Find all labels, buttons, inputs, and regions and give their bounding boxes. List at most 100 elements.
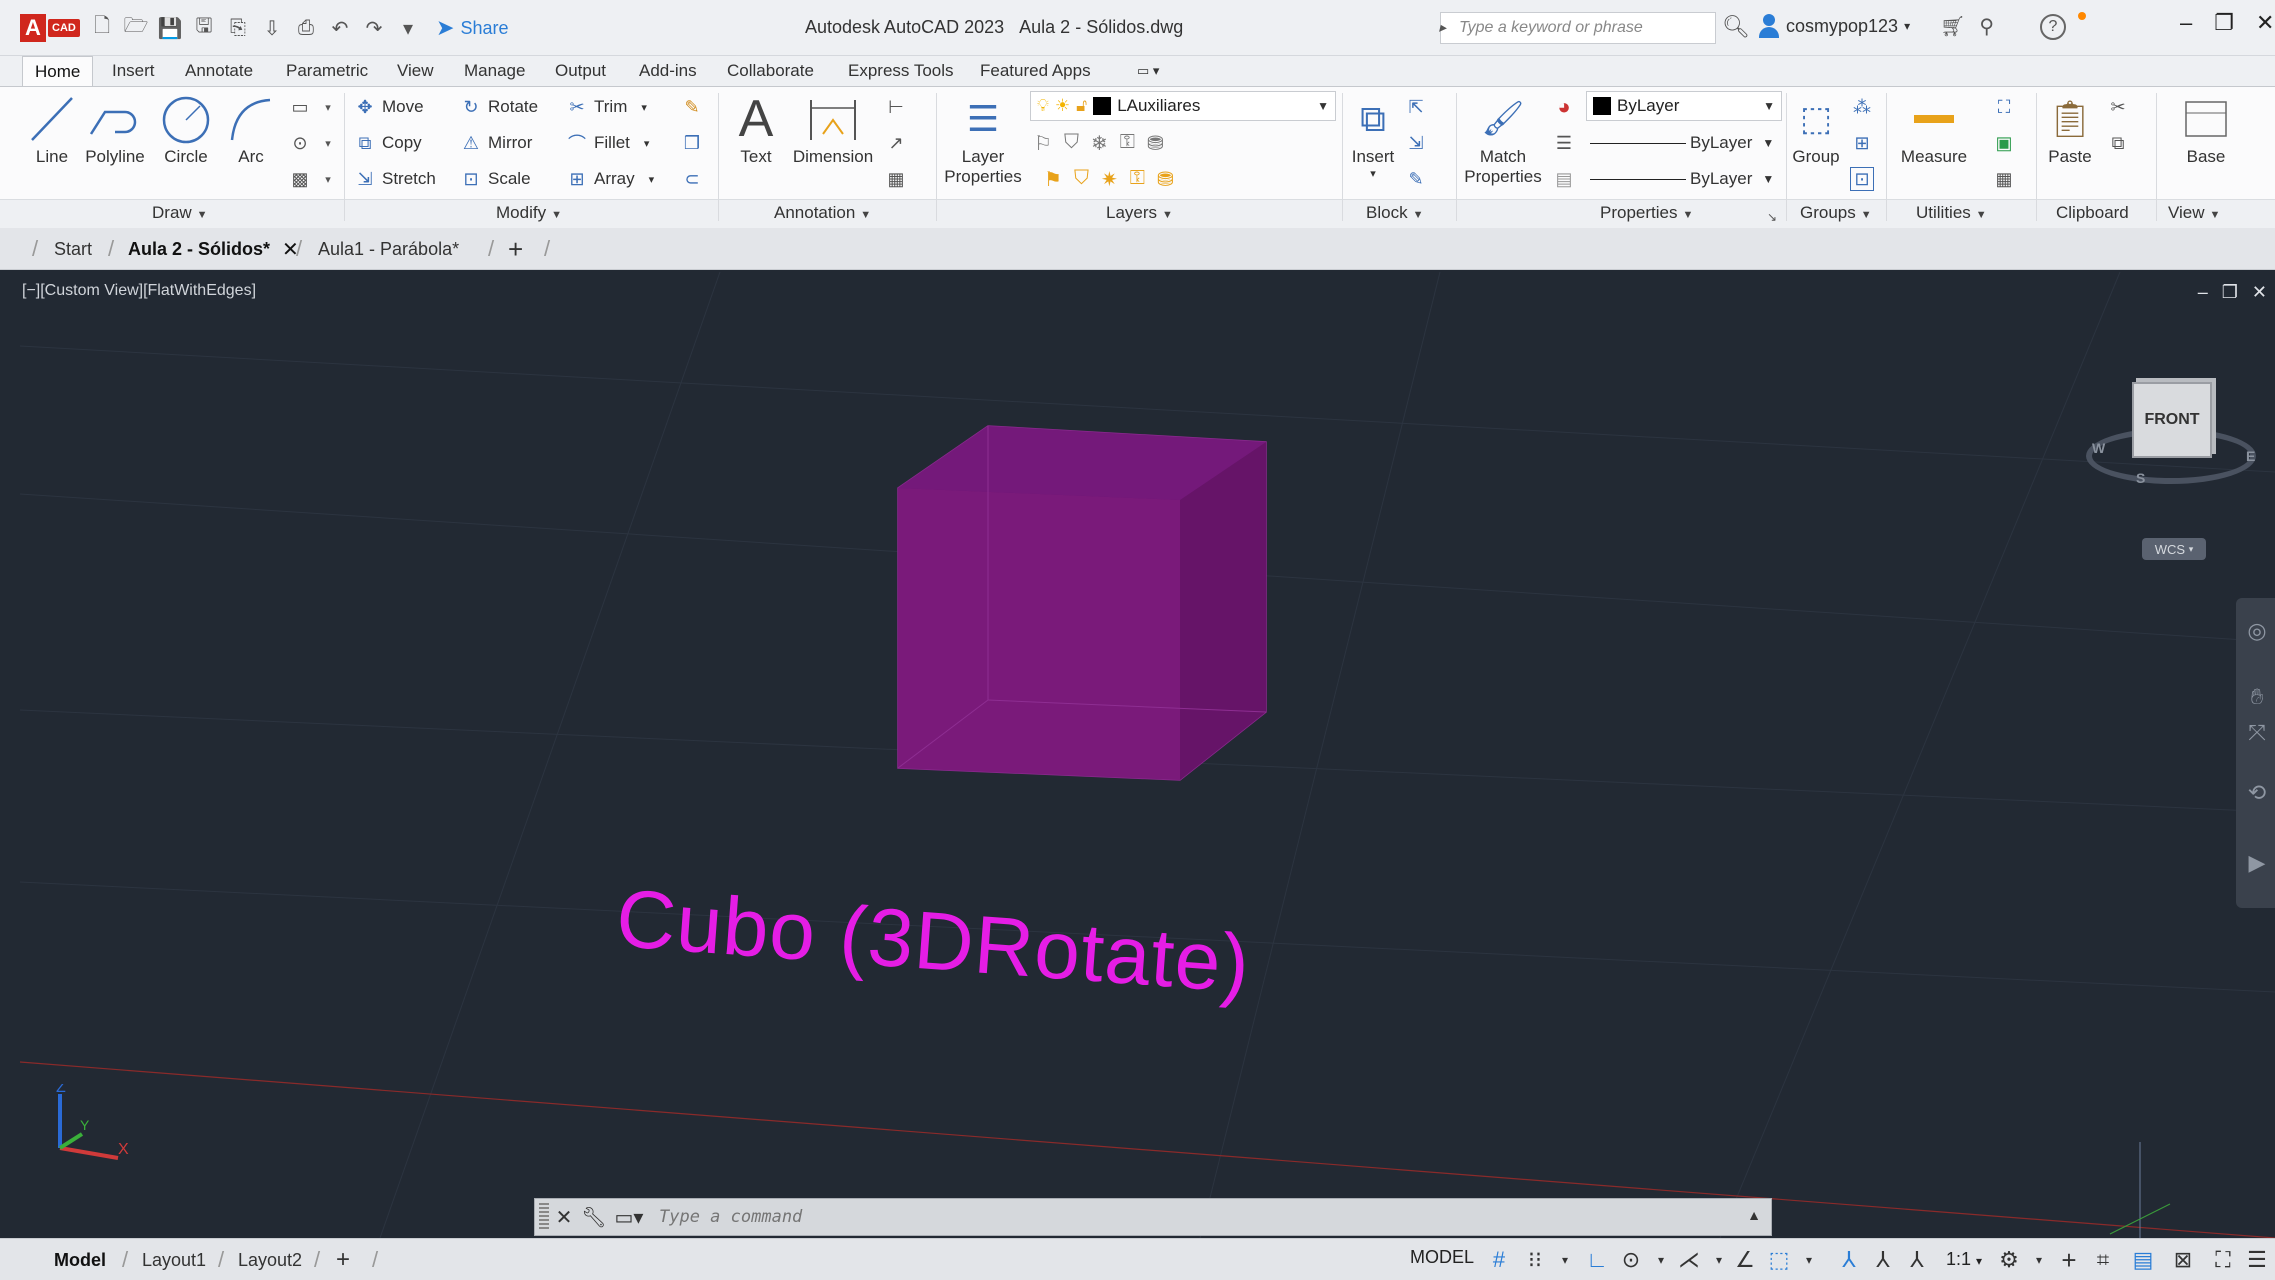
viewport-close-icon[interactable]: ✕ [2252,282,2267,303]
fillet-button[interactable]: ⌒ Fillet ▾ [566,129,649,157]
ucs-icon[interactable]: Z Y X [48,1084,148,1164]
isolate-objects-icon[interactable]: ⊠ [2170,1247,2196,1273]
recent-commands-icon[interactable]: ▭▾ [609,1205,649,1230]
viewport-minimize-icon[interactable]: – [2198,282,2208,303]
cut-icon[interactable]: ✂ [2106,95,2130,119]
lineweight-icon[interactable]: ☰ [1552,131,1576,155]
polar-dropdown-icon[interactable]: ▾ [1648,1247,1674,1273]
clipboard-panel-title[interactable]: Clipboard [2056,203,2129,223]
erase-icon[interactable]: ✎ [680,95,704,119]
annotation-monitor-plus-icon[interactable]: + [2056,1245,2082,1275]
quick-select-icon[interactable]: ⛶ [1992,95,2016,119]
customize-menu-icon[interactable]: ☰ [2244,1247,2270,1273]
scale-button[interactable]: ⊡ Scale [460,165,530,193]
tab-home[interactable]: Home [22,56,94,86]
save-as-icon[interactable]: 🖫 [192,15,216,40]
save-icon[interactable]: 💾 [158,16,183,40]
steering-wheel-icon[interactable]: ◎ [2244,618,2270,644]
object-snap-dropdown-icon[interactable]: ▾ [1796,1247,1822,1273]
layer-change-icon[interactable]: ⚿ [1130,167,1145,192]
compass-east[interactable]: E [2246,448,2255,464]
lineweight-select[interactable]: ByLayer ▼ [1582,129,1774,157]
group-button[interactable]: ⬚ Group [1790,91,1842,167]
move-button[interactable]: ✥ Move [354,93,423,121]
linear-dim-icon[interactable]: ⊢ [884,95,908,119]
import-icon[interactable]: ⇩ [260,16,284,40]
annotation-visibility-icon[interactable]: ⅄ [1836,1247,1862,1273]
paste-button[interactable]: 📋︎ Paste [2042,91,2098,167]
tab-output[interactable]: Output [543,56,618,86]
annotation-scale-icon[interactable]: ⅄ [1904,1247,1930,1273]
compass-west[interactable]: W [2092,440,2105,456]
tab-aula1-parabola[interactable]: Aula1 - Parábola* [318,228,459,270]
modify-panel-title[interactable]: Modify ▼ [496,203,562,223]
layer-match-icon[interactable]: ⚑ [1044,167,1062,192]
layer-select[interactable]: 💡︎ ☀ 🔓︎ LAuxiliares ▼ [1030,91,1336,121]
polar-tracking-icon[interactable]: ⊙ [1618,1247,1644,1273]
create-block-icon[interactable]: ⇱ [1404,95,1428,119]
properties-panel-title[interactable]: Properties ▼ [1600,203,1693,223]
layer-isolate-icon[interactable]: ⛉ [1064,131,1079,156]
annotation-panel-title[interactable]: Annotation ▼ [774,203,871,223]
viewport-restore-icon[interactable]: ❐ [2222,282,2238,303]
layer-off-icon[interactable]: ⚐ [1034,131,1052,156]
object-snap-icon[interactable]: ⬚ [1766,1247,1792,1273]
layer-states-icon[interactable]: ⛃ [1147,131,1164,156]
viewport-controls-label[interactable]: [−][Custom View][FlatWithEdges] [22,282,256,300]
line-button[interactable]: Line [28,91,76,167]
search-icon[interactable]: 🔍︎ [1722,14,1750,40]
zoom-extents-icon[interactable]: ⤧ [2244,720,2270,746]
hatch-dropdown-icon[interactable]: ▾ [316,167,340,191]
viewcube-front-face[interactable]: FRONT [2132,382,2212,458]
command-line-grip[interactable] [539,1203,549,1231]
restore-icon[interactable]: ❐ [2214,10,2234,36]
hatch-icon[interactable]: ▩ [288,167,312,191]
select-all-icon[interactable]: ▣ [1992,131,2016,155]
new-tab-plus-icon[interactable]: + [508,228,523,270]
command-history-up-icon[interactable]: ▲ [1747,1207,1761,1223]
tab-add-ins[interactable]: Add-ins [627,56,709,86]
new-file-icon[interactable]: 🗋 [90,15,114,40]
tab-insert[interactable]: Insert [100,56,167,86]
color-wheel-icon[interactable]: ◕ [1552,94,1576,119]
cart-icon[interactable]: 🛒︎ [1940,14,1965,39]
ungroup-icon[interactable]: ⁂ [1850,95,1874,119]
tab-parametric[interactable]: Parametric [274,56,380,86]
insert-button[interactable]: ⧉ Insert ▾ [1348,91,1398,181]
calculator-icon[interactable]: ▦ [1992,167,2016,191]
units-icon[interactable]: ⌗ [2090,1247,2116,1273]
mirror-button[interactable]: ⚠ Mirror [460,129,532,157]
tab-aula2-solidos[interactable]: Aula 2 - Sólidos* ✕ [128,228,299,270]
layer-merge-icon[interactable]: ⛃ [1157,167,1174,192]
offset-icon[interactable]: ⊂ [680,167,704,191]
circle-button[interactable]: Circle [160,91,212,167]
layer-properties-button[interactable]: ☰ Layer Properties [944,91,1022,187]
draw-panel-title[interactable]: Draw ▼ [152,203,208,223]
tab-view[interactable]: View [385,56,446,86]
ellipse-dropdown-icon[interactable]: ▾ [316,131,340,155]
match-properties-button[interactable]: 🖌︎ Match Properties [1460,91,1546,187]
new-layout-plus-icon[interactable]: + [336,1239,350,1280]
block-panel-title[interactable]: Block ▼ [1366,203,1423,223]
group-edit-icon[interactable]: ⊞ [1850,131,1874,155]
polyline-button[interactable]: Polyline [80,91,150,167]
pan-hand-icon[interactable]: ✋︎ [2244,684,2270,710]
isodraft-icon[interactable]: ⋌ [1676,1247,1702,1273]
annotation-scale-value[interactable]: 1:1 ▾ [1946,1249,1982,1270]
help-search-input[interactable]: ▸ Type a keyword or phrase [1439,12,1716,44]
rectangle-icon[interactable]: ▭ [288,95,312,119]
command-customize-wrench-icon[interactable]: 🔧︎ [579,1205,609,1230]
fullscreen-icon[interactable]: ⛶ [2210,1247,2236,1273]
object-snap-tracking-icon[interactable]: ∠ [1732,1247,1758,1273]
grid-display-icon[interactable]: # [1486,1247,1512,1273]
stretch-button[interactable]: ⇲ Stretch [354,165,435,193]
tab-featured-apps[interactable]: Featured Apps [968,56,1103,86]
tab-manage[interactable]: Manage [452,56,537,86]
leader-icon[interactable]: ↗ [884,131,908,155]
share-button[interactable]: ➤ Share [436,15,508,41]
linetype-select[interactable]: ByLayer ▼ [1582,165,1774,193]
help-icon[interactable]: ? [2040,14,2066,40]
copy-clip-icon[interactable]: ⧉ [2106,131,2130,155]
redo-icon[interactable]: ↷ [362,16,386,40]
open-folder-icon[interactable]: 🗁 [124,15,149,40]
